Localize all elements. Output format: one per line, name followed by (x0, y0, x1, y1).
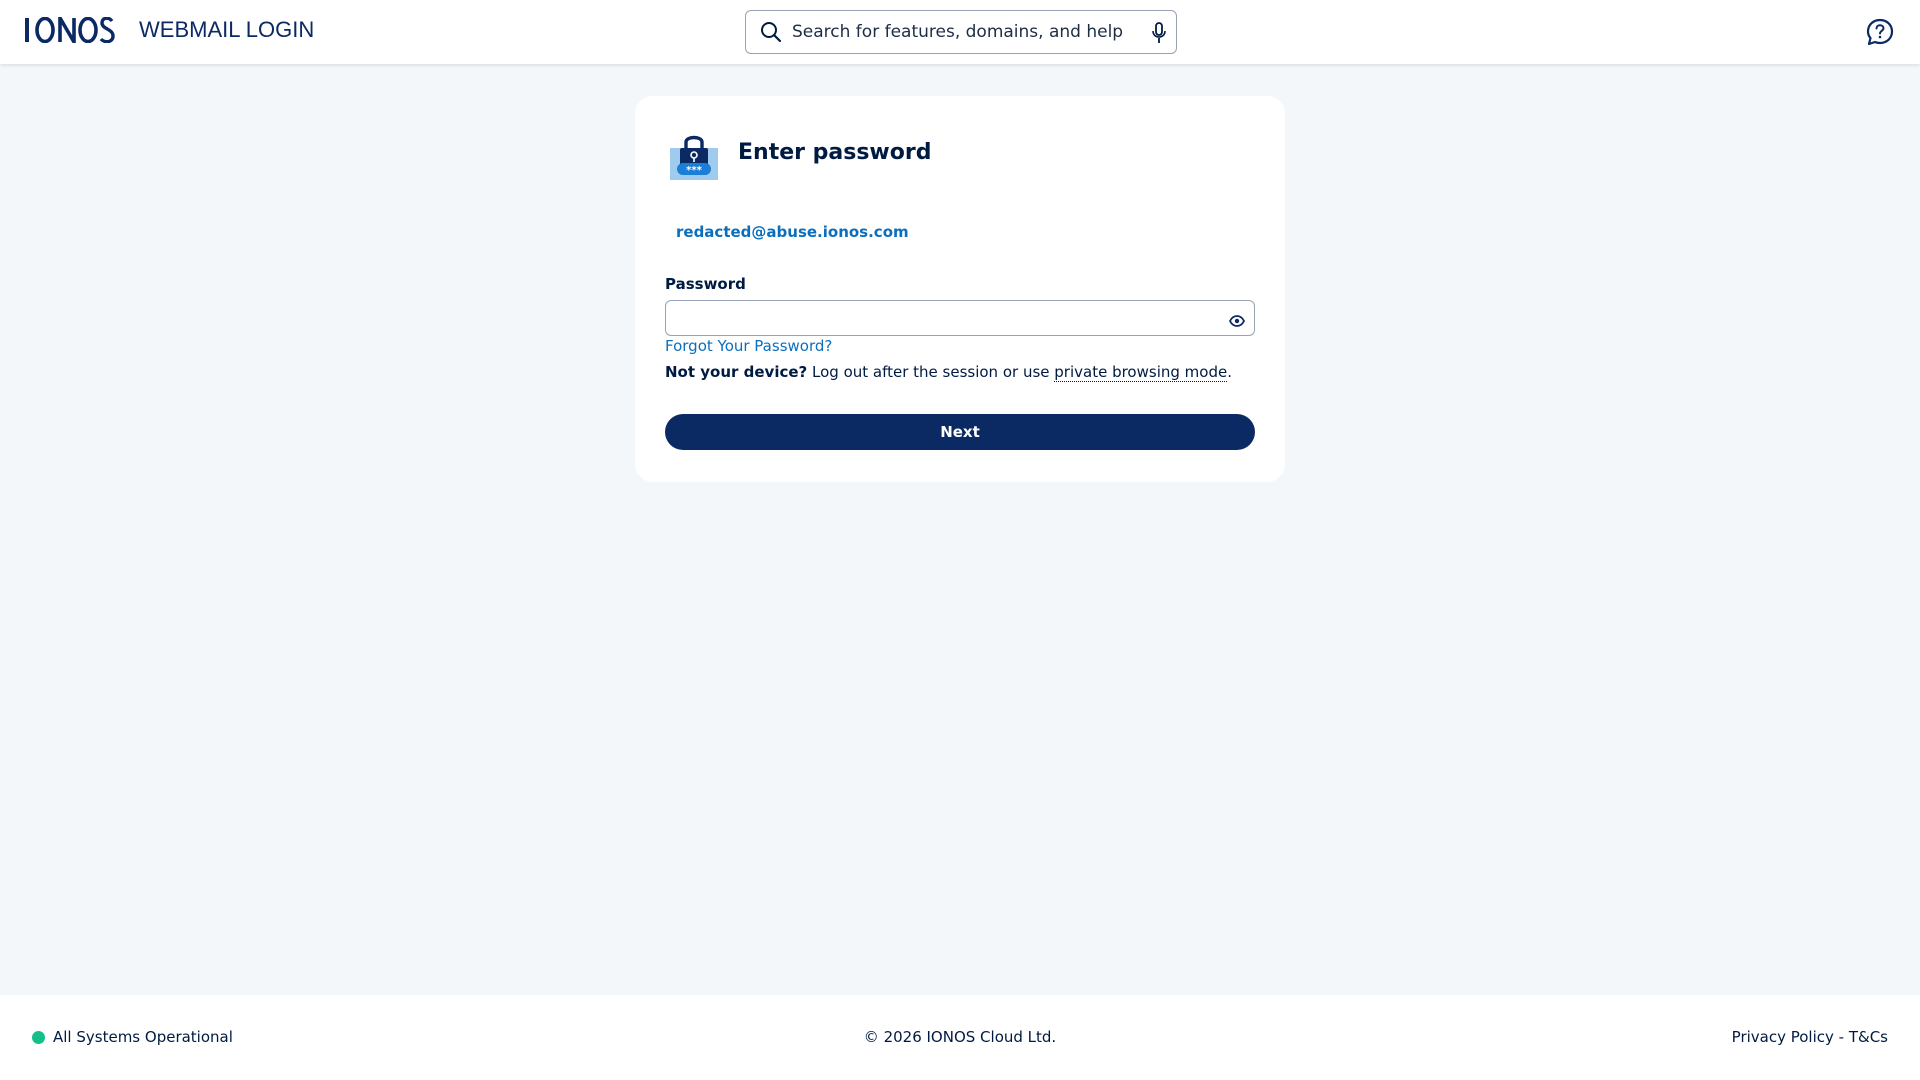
terms-link[interactable]: T&Cs (1849, 1028, 1888, 1046)
ionos-logo-icon (25, 17, 115, 43)
copyright: © 2026 IONOS Cloud Ltd. (863, 1028, 1057, 1046)
footer: All Systems Operational © 2026 IONOS Clo… (0, 995, 1920, 1080)
forgot-password-link[interactable]: Forgot Your Password? (665, 337, 832, 355)
microphone-icon[interactable] (1152, 22, 1166, 48)
eye-icon[interactable] (1228, 312, 1246, 331)
device-note-bold: Not your device? (665, 363, 808, 381)
lock-password-icon: *** (668, 132, 720, 186)
password-input[interactable] (674, 301, 1214, 335)
svg-text:***: *** (686, 165, 702, 176)
page-title: Enter password (738, 140, 932, 165)
account-email[interactable]: redacted@abuse.ionos.com (676, 223, 909, 241)
legal-separator: - (1833, 1028, 1849, 1046)
help-chat-icon[interactable] (1866, 18, 1894, 50)
device-note-end: . (1227, 363, 1232, 381)
device-note: Not your device? Log out after the sessi… (665, 363, 1232, 382)
ionos-logo[interactable] (25, 14, 115, 46)
search-box[interactable] (745, 10, 1177, 54)
search-input[interactable] (792, 11, 1132, 53)
password-field[interactable] (665, 300, 1255, 336)
app-title: WEBMAIL LOGIN (139, 17, 315, 42)
search-icon[interactable] (760, 21, 782, 47)
private-browsing-link[interactable]: private browsing mode (1054, 363, 1228, 382)
next-button[interactable]: Next (665, 414, 1255, 450)
privacy-policy-link[interactable]: Privacy Policy (1732, 1028, 1834, 1046)
password-label: Password (665, 275, 746, 293)
device-note-text: Log out after the session or use (807, 363, 1055, 381)
legal-links: Privacy Policy - T&Cs (1732, 1028, 1888, 1046)
top-header: WEBMAIL LOGIN (0, 0, 1920, 64)
login-card: *** Enter password redacted@abuse.ionos.… (635, 96, 1285, 482)
